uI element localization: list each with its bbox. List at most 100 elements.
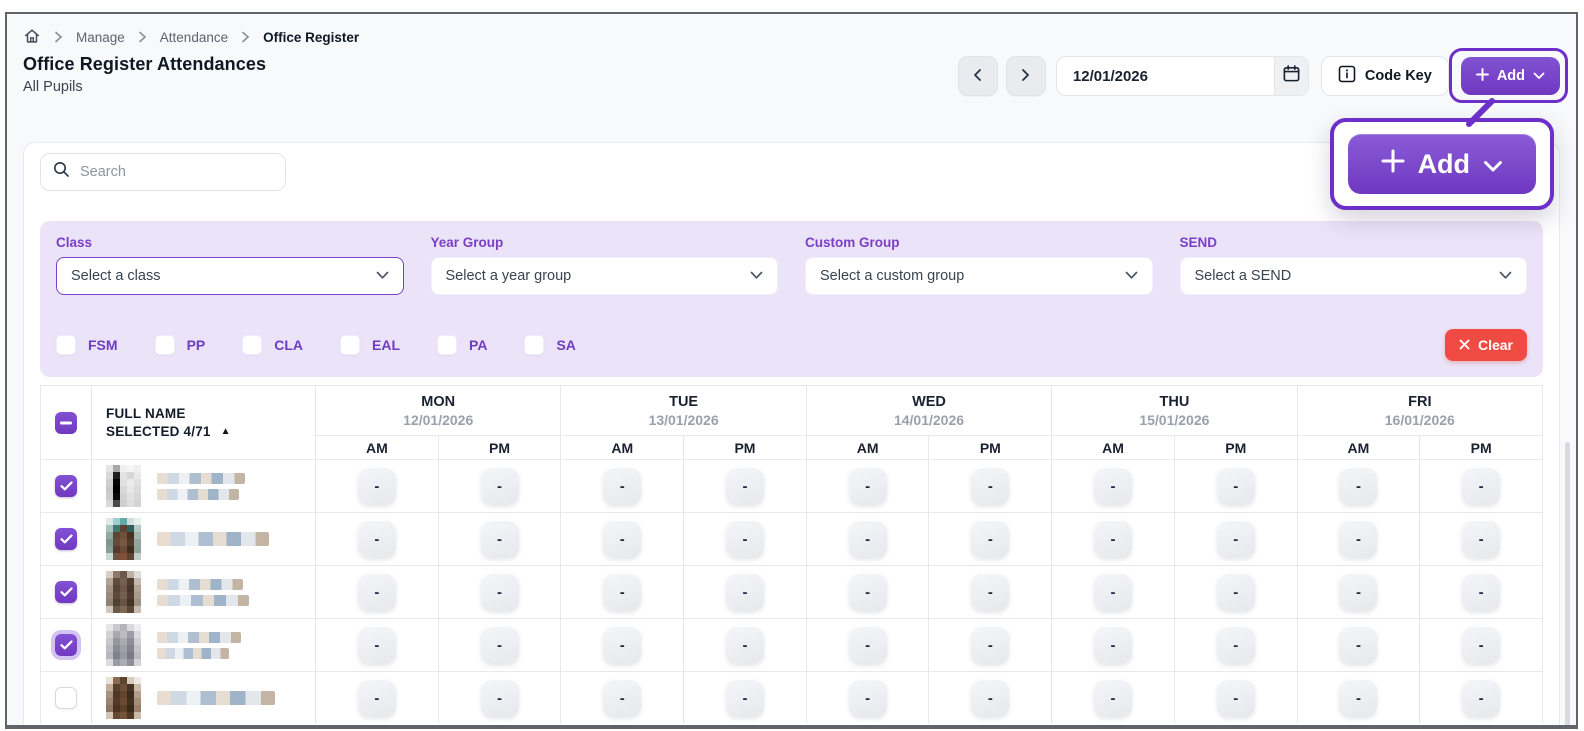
chevron-down-icon	[1533, 68, 1545, 84]
attendance-cell: -	[1297, 619, 1420, 671]
checkbox-unchecked[interactable]	[524, 335, 544, 355]
attendance-mark-button[interactable]: -	[849, 520, 887, 558]
attendance-mark-button[interactable]: -	[971, 626, 1009, 664]
checkbox-unchecked[interactable]	[56, 335, 76, 355]
attendance-mark-button[interactable]: -	[1462, 467, 1500, 505]
attendance-mark-button[interactable]: -	[358, 679, 396, 717]
attendance-mark-button[interactable]: -	[1094, 679, 1132, 717]
clear-filters-button[interactable]: Clear	[1445, 329, 1527, 361]
attendance-mark-button[interactable]: -	[1094, 573, 1132, 611]
attendance-mark-button[interactable]: -	[971, 679, 1009, 717]
attendance-mark-button[interactable]: -	[726, 679, 764, 717]
checkbox-unchecked[interactable]	[437, 335, 457, 355]
attendance-mark-button[interactable]: -	[1339, 520, 1377, 558]
search-input[interactable]	[80, 164, 273, 180]
attendance-mark-button[interactable]: -	[1217, 573, 1255, 611]
attendance-mark-button[interactable]: -	[849, 467, 887, 505]
attendance-mark-button[interactable]: -	[1339, 467, 1377, 505]
attendance-mark-button[interactable]: -	[1462, 520, 1500, 558]
select-placeholder: Select a SEND	[1195, 268, 1292, 284]
checkbox-unchecked[interactable]	[242, 335, 262, 355]
attendance-mark-button[interactable]: -	[603, 679, 641, 717]
breadcrumb-attendance[interactable]: Attendance	[160, 30, 228, 45]
attendance-mark-button[interactable]: -	[971, 467, 1009, 505]
attendance-mark-button[interactable]: -	[1339, 573, 1377, 611]
flag-checkbox-pa[interactable]: PA	[437, 335, 487, 355]
attendance-mark-button[interactable]: -	[1094, 520, 1132, 558]
redacted-name-line	[157, 473, 245, 484]
previous-week-button[interactable]	[958, 56, 998, 96]
checkbox-unchecked[interactable]	[155, 335, 175, 355]
calendar-picker-button[interactable]	[1274, 57, 1308, 95]
attendance-mark-button[interactable]: -	[849, 626, 887, 664]
code-key-button[interactable]: Code Key	[1321, 56, 1449, 96]
select-year-group[interactable]: Select a year group	[431, 257, 779, 295]
vertical-scrollbar[interactable]	[1565, 442, 1570, 729]
attendance-mark-button[interactable]: -	[358, 467, 396, 505]
attendance-mark-button[interactable]: -	[1217, 520, 1255, 558]
select-all-checkbox[interactable]	[55, 412, 77, 434]
attendance-mark-button[interactable]: -	[603, 467, 641, 505]
attendance-mark-button[interactable]: -	[1339, 626, 1377, 664]
attendance-mark-button[interactable]: -	[481, 467, 519, 505]
attendance-mark-button[interactable]: -	[726, 520, 764, 558]
select-custom-group[interactable]: Select a custom group	[805, 257, 1153, 295]
attendance-mark-button[interactable]: -	[726, 626, 764, 664]
attendance-mark-button[interactable]: -	[358, 573, 396, 611]
flag-checkbox-sa[interactable]: SA	[524, 335, 575, 355]
select-class[interactable]: Select a class	[56, 257, 404, 295]
attendance-mark-button[interactable]: -	[481, 573, 519, 611]
row-checkbox[interactable]	[55, 581, 77, 603]
breadcrumb-office-register[interactable]: Office Register	[263, 30, 359, 45]
attendance-mark-button[interactable]: -	[726, 573, 764, 611]
pupil-row: ----------	[41, 565, 1542, 618]
row-checkbox[interactable]	[55, 634, 77, 656]
attendance-mark-button[interactable]: -	[481, 626, 519, 664]
flag-checkbox-pp[interactable]: PP	[155, 335, 206, 355]
attendance-mark-button[interactable]: -	[481, 520, 519, 558]
select-send[interactable]: Select a SEND	[1180, 257, 1528, 295]
redacted-name-line	[157, 489, 239, 500]
attendance-mark-button[interactable]: -	[1217, 679, 1255, 717]
attendance-mark-button[interactable]: -	[358, 626, 396, 664]
attendance-mark-button[interactable]: -	[1462, 626, 1500, 664]
attendance-mark-button[interactable]: -	[971, 520, 1009, 558]
attendance-mark-button[interactable]: -	[481, 679, 519, 717]
attendance-mark-button[interactable]: -	[726, 467, 764, 505]
attendance-mark-button[interactable]: -	[603, 626, 641, 664]
code-key-label: Code Key	[1365, 68, 1432, 84]
home-icon[interactable]	[23, 27, 41, 48]
attendance-mark-button[interactable]: -	[603, 520, 641, 558]
flag-checkbox-cla[interactable]: CLA	[242, 335, 303, 355]
attendance-mark-button[interactable]: -	[971, 573, 1009, 611]
attendance-mark-button[interactable]: -	[358, 520, 396, 558]
attendance-mark-button[interactable]: -	[1462, 679, 1500, 717]
attendance-mark-button[interactable]: -	[1094, 467, 1132, 505]
attendance-cell: -	[1174, 460, 1297, 512]
attendance-mark-button[interactable]: -	[1339, 679, 1377, 717]
select-placeholder: Select a class	[71, 268, 160, 284]
attendance-mark-button[interactable]: -	[1462, 573, 1500, 611]
attendance-cell: -	[315, 513, 438, 565]
selected-count-sort[interactable]: SELECTED 4/71 ▲	[106, 424, 315, 439]
breadcrumb-manage[interactable]: Manage	[76, 30, 125, 45]
row-checkbox[interactable]	[55, 528, 77, 550]
next-week-button[interactable]	[1006, 56, 1046, 96]
filter-panel: ClassSelect a classYear GroupSelect a ye…	[40, 221, 1543, 377]
checkbox-unchecked[interactable]	[340, 335, 360, 355]
row-checkbox[interactable]	[55, 687, 77, 709]
attendance-mark-button[interactable]: -	[1094, 626, 1132, 664]
date-input[interactable]	[1057, 57, 1274, 95]
add-button[interactable]: Add	[1461, 57, 1560, 95]
flag-checkbox-fsm[interactable]: FSM	[56, 335, 118, 355]
attendance-mark-button[interactable]: -	[603, 573, 641, 611]
selected-count-label: SELECTED 4/71	[106, 424, 211, 439]
flag-checkbox-eal[interactable]: EAL	[340, 335, 400, 355]
row-checkbox[interactable]	[55, 475, 77, 497]
attendance-mark-button[interactable]: -	[849, 573, 887, 611]
add-button-magnified[interactable]: Add	[1348, 134, 1536, 194]
attendance-mark-button[interactable]: -	[1217, 467, 1255, 505]
attendance-mark-button[interactable]: -	[1217, 626, 1255, 664]
redacted-name-line	[157, 595, 249, 606]
attendance-mark-button[interactable]: -	[849, 679, 887, 717]
